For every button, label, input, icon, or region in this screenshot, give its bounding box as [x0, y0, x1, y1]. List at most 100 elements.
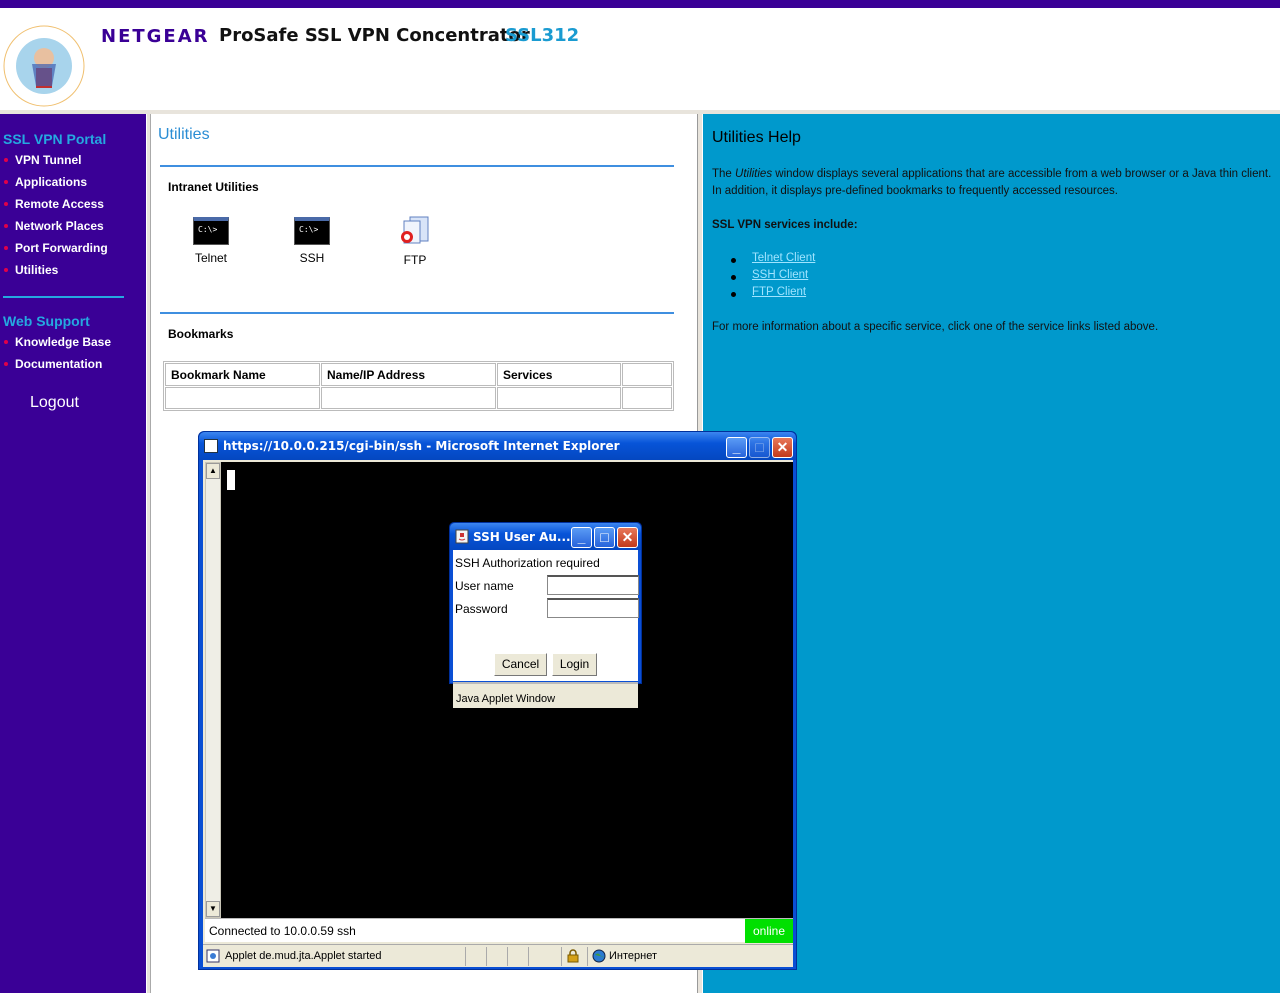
help-intro-start: The [712, 168, 736, 180]
username-input[interactable] [547, 575, 639, 595]
java-icon [455, 529, 469, 544]
help-intro: The Utilities window displays several ap… [712, 166, 1272, 200]
status-cell [486, 947, 506, 966]
terminal-prompt: C:\> [198, 225, 218, 234]
bullet-icon [4, 158, 8, 162]
bullet-icon [4, 362, 8, 366]
status-cell [465, 947, 485, 966]
column-header [622, 363, 672, 386]
ftp-icon [401, 216, 429, 244]
maximize-icon: □ [755, 439, 764, 455]
sidebar: SSL VPN Portal VPN Tunnel Applications R… [0, 114, 146, 993]
sidebar-heading-support: Web Support [3, 313, 90, 329]
ssh-auth-dialog: SSH User Au... _ □ ✕ SSH Authorization r… [449, 522, 642, 708]
sidebar-item-remote-access[interactable]: Remote Access [0, 197, 104, 215]
ie-page-icon [204, 439, 218, 453]
ie-titlebar[interactable]: https://10.0.0.215/cgi-bin/ssh - Microso… [199, 432, 796, 460]
terminal-cursor [227, 470, 235, 490]
minimize-icon: _ [577, 529, 586, 545]
cancel-button[interactable]: Cancel [494, 653, 547, 676]
maximize-button[interactable]: □ [594, 527, 615, 548]
globe-icon [592, 949, 606, 963]
sidebar-item-applications[interactable]: Applications [0, 175, 87, 193]
close-icon: ✕ [776, 439, 789, 455]
minimize-icon: _ [732, 439, 741, 455]
sidebar-item-label: Remote Access [15, 197, 104, 211]
sidebar-item-label: Documentation [15, 357, 103, 371]
tool-label: SSH [299, 251, 325, 265]
password-input[interactable] [547, 598, 639, 618]
status-text: Applet de.mud.jta.Applet started [225, 950, 382, 962]
column-header: Bookmark Name [165, 363, 320, 386]
ssh-dialog-body: SSH Authorization required User name Pas… [453, 550, 639, 708]
tool-label: Telnet [194, 251, 228, 265]
telnet-client-link[interactable]: Telnet Client [752, 252, 815, 264]
top-accent-bar [0, 0, 1280, 8]
help-title: Utilities Help [712, 129, 801, 146]
bookmarks-heading: Bookmarks [168, 327, 234, 341]
bullet-icon [4, 224, 8, 228]
ftp-tool[interactable]: FTP [385, 215, 445, 267]
page-title: Utilities [158, 126, 210, 143]
column-header: Services [497, 363, 621, 386]
auth-message: SSH Authorization required [455, 556, 600, 570]
logout-link[interactable]: Logout [30, 394, 79, 412]
close-button[interactable]: ✕ [772, 437, 793, 458]
sidebar-item-label: Utilities [15, 263, 59, 277]
maximize-icon: □ [600, 529, 609, 545]
page-icon [206, 949, 220, 963]
vertical-scrollbar[interactable]: ▲ ▼ [205, 462, 221, 918]
sidebar-divider [3, 296, 124, 298]
login-button[interactable]: Login [552, 653, 597, 676]
sidebar-item-network-places[interactable]: Network Places [0, 219, 104, 237]
column-header: Name/IP Address [321, 363, 496, 386]
table-header-row: Bookmark Name Name/IP Address Services [165, 363, 672, 386]
ssh-dialog-titlebar[interactable]: SSH User Au... _ □ ✕ [450, 523, 641, 550]
sidebar-item-port-forwarding[interactable]: Port Forwarding [0, 241, 108, 259]
bullet-icon [731, 292, 736, 297]
section-rule [160, 165, 674, 167]
sidebar-item-label: Port Forwarding [15, 241, 108, 255]
minimize-button[interactable]: _ [571, 527, 592, 548]
ssh-tool[interactable]: C:\> SSH [282, 217, 342, 265]
table-cell [497, 387, 621, 409]
bullet-icon [4, 180, 8, 184]
table-cell [165, 387, 320, 409]
terminal-icon: C:\> [294, 217, 330, 245]
section-rule [160, 312, 674, 314]
browser-status-bar: Applet de.mud.jta.Applet started Интерне… [203, 944, 793, 967]
help-intro-rest: window displays several applications tha… [712, 168, 1272, 197]
help-more-info: For more information about a specific se… [712, 321, 1159, 333]
ssh-client-link[interactable]: SSH Client [752, 269, 808, 281]
brand-name: NETGEAR [101, 26, 210, 47]
scroll-up-icon[interactable]: ▲ [206, 463, 220, 479]
applet-window-label: Java Applet Window [456, 693, 556, 705]
sidebar-item-label: Knowledge Base [15, 335, 112, 349]
sidebar-item-knowledge-base[interactable]: Knowledge Base [0, 335, 111, 353]
table-row [165, 387, 672, 409]
applet-footer: Java Applet Window [453, 682, 638, 708]
security-zone: Интернет [609, 950, 657, 962]
sidebar-item-documentation[interactable]: Documentation [0, 357, 102, 375]
close-button[interactable]: ✕ [617, 527, 638, 548]
applet-status-bar: Connected to 10.0.0.59 ssh online [205, 918, 793, 943]
sidebar-item-utilities[interactable]: Utilities [0, 263, 58, 281]
telnet-tool[interactable]: C:\> Telnet [181, 217, 241, 265]
bullet-icon [4, 268, 8, 272]
sidebar-heading-portal: SSL VPN Portal [3, 131, 107, 147]
bullet-icon [4, 202, 8, 206]
scroll-down-icon[interactable]: ▼ [206, 901, 220, 917]
lock-icon [567, 949, 579, 963]
bullet-icon [4, 340, 8, 344]
status-cell [507, 947, 527, 966]
ftp-client-link[interactable]: FTP Client [752, 286, 806, 298]
bullet-icon [4, 246, 8, 250]
sidebar-item-label: VPN Tunnel [15, 153, 82, 167]
online-indicator: online [745, 919, 793, 943]
close-icon: ✕ [621, 529, 634, 545]
sidebar-item-vpn-tunnel[interactable]: VPN Tunnel [0, 153, 81, 171]
minimize-button[interactable]: _ [726, 437, 747, 458]
maximize-button[interactable]: □ [749, 437, 770, 458]
connection-status: Connected to 10.0.0.59 ssh [209, 924, 356, 938]
status-cell [528, 947, 548, 966]
